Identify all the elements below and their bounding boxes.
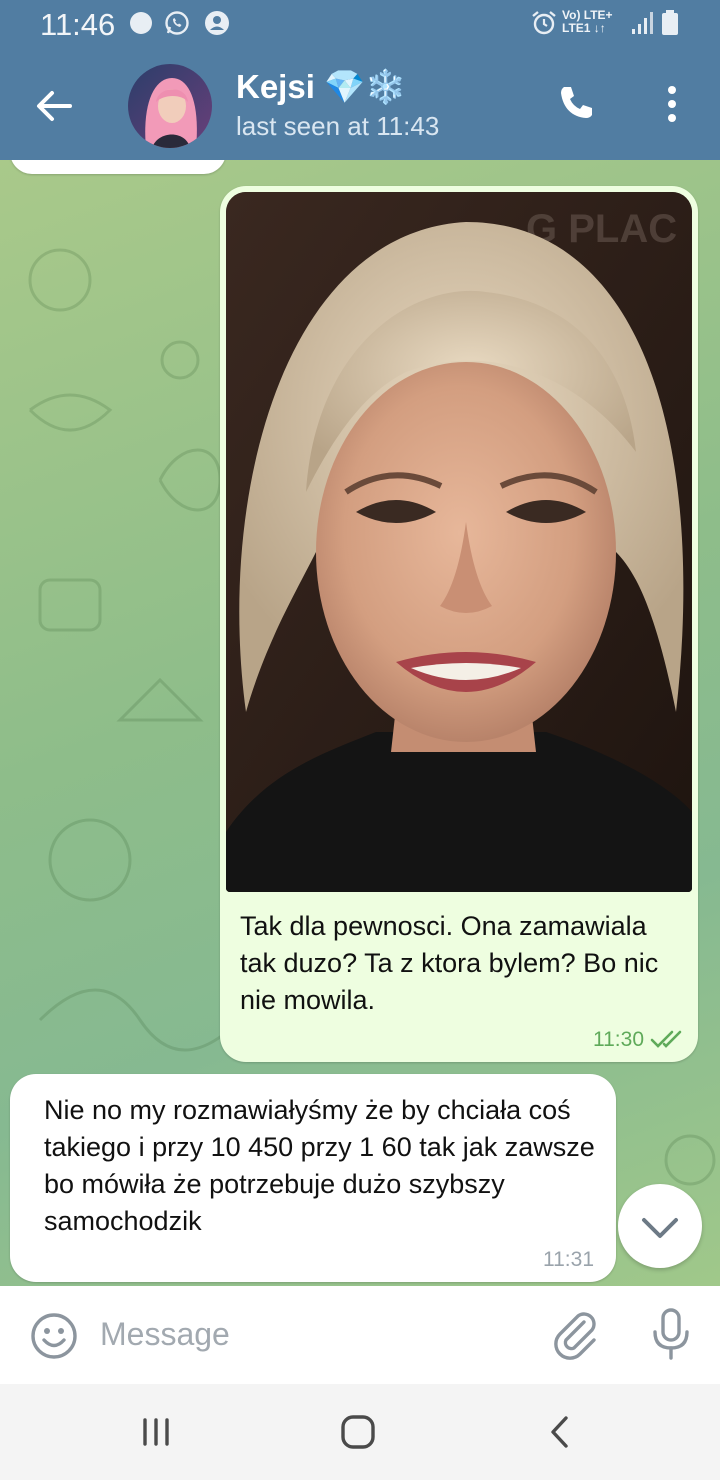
recent-apps-icon[interactable] — [132, 1408, 180, 1456]
scroll-down-button[interactable] — [618, 1184, 702, 1268]
microphone-icon[interactable] — [646, 1306, 696, 1362]
top-bar: 11:46 Vo) LTE+ LTE1 ↓↑ Kejsi 💎❄️ last se… — [0, 0, 720, 160]
message-composer — [0, 1286, 720, 1384]
network-label-line2: LTE1 ↓↑ — [562, 21, 606, 35]
home-icon[interactable] — [334, 1408, 382, 1456]
contact-name[interactable]: Kejsi 💎❄️ — [236, 68, 406, 107]
message-input[interactable] — [100, 1306, 530, 1362]
back-arrow-icon[interactable] — [30, 82, 78, 130]
photo-image: G PLAC — [226, 192, 692, 892]
outgoing-message-bubble[interactable]: G PLAC Tak dla pewnosci. Ona zamawiala t… — [220, 186, 698, 1062]
status-bar: 11:46 Vo) LTE+ LTE1 ↓↑ — [0, 0, 720, 50]
incoming-message-time: 11:31 — [543, 1248, 594, 1271]
message-photo[interactable]: G PLAC — [226, 192, 692, 892]
back-nav-icon[interactable] — [536, 1408, 584, 1456]
smile-icon[interactable] — [28, 1310, 80, 1362]
last-seen-status: last seen at 11:43 — [236, 111, 440, 141]
network-label: Vo) LTE+ LTE1 ↓↑ — [562, 9, 613, 35]
battery-icon — [662, 10, 678, 35]
avatar-image — [128, 64, 212, 148]
account-icon — [205, 11, 229, 35]
status-time: 11:46 — [40, 7, 116, 42]
system-navigation-bar — [0, 1384, 720, 1480]
outgoing-message-text: Tak dla pewnosci. Ona zamawiala tak duzo… — [240, 911, 659, 1015]
chevron-down-icon — [642, 1218, 678, 1238]
more-vertical-icon[interactable] — [650, 80, 694, 128]
incoming-message-text: Nie no my rozmawiałyśmy że by chciała co… — [44, 1095, 595, 1236]
paperclip-icon[interactable] — [550, 1308, 602, 1360]
dot-icon — [130, 12, 152, 34]
alarm-icon — [532, 11, 556, 35]
whatsapp-icon — [165, 11, 189, 35]
incoming-message-bubble[interactable]: Nie no my rozmawiałyśmy że by chciała co… — [10, 1074, 616, 1282]
avatar[interactable] — [128, 64, 212, 148]
outgoing-message-time: 11:30 — [593, 1028, 644, 1051]
double-check-icon — [650, 1030, 682, 1048]
chat-area[interactable]: G PLAC Tak dla pewnosci. Ona zamawiala t… — [0, 160, 720, 1286]
previous-message-bubble[interactable] — [10, 160, 226, 174]
phone-icon[interactable] — [552, 80, 600, 128]
signal-icon — [632, 12, 653, 34]
